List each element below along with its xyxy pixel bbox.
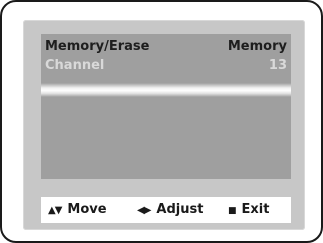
adjust-label: Adjust xyxy=(156,202,204,217)
tv-frame: Memory/Erase Memory Channel 13 ▲▼ Move ◀▶… xyxy=(0,0,323,243)
highlight-bar xyxy=(41,83,291,97)
up-down-arrows-icon: ▲▼ xyxy=(48,205,62,216)
channel-value: 13 xyxy=(268,58,287,73)
move-hint: ▲▼ Move xyxy=(48,197,107,224)
osd-menu-panel: Memory/Erase Memory Channel 13 xyxy=(41,34,291,179)
footer-hint-bar: ▲▼ Move ◀▶ Adjust ■ Exit xyxy=(41,197,291,223)
exit-label: Exit xyxy=(241,202,270,217)
stop-square-icon: ■ xyxy=(228,206,237,216)
channel-label: Channel xyxy=(45,58,105,73)
menu-row-channel[interactable]: Channel 13 xyxy=(41,55,291,77)
move-label: Move xyxy=(67,202,107,217)
osd-screen: Memory/Erase Memory Channel 13 ▲▼ Move ◀▶… xyxy=(23,20,305,230)
adjust-hint: ◀▶ Adjust xyxy=(137,197,203,224)
left-right-arrows-icon: ◀▶ xyxy=(137,205,151,216)
exit-hint: ■ Exit xyxy=(228,197,269,224)
